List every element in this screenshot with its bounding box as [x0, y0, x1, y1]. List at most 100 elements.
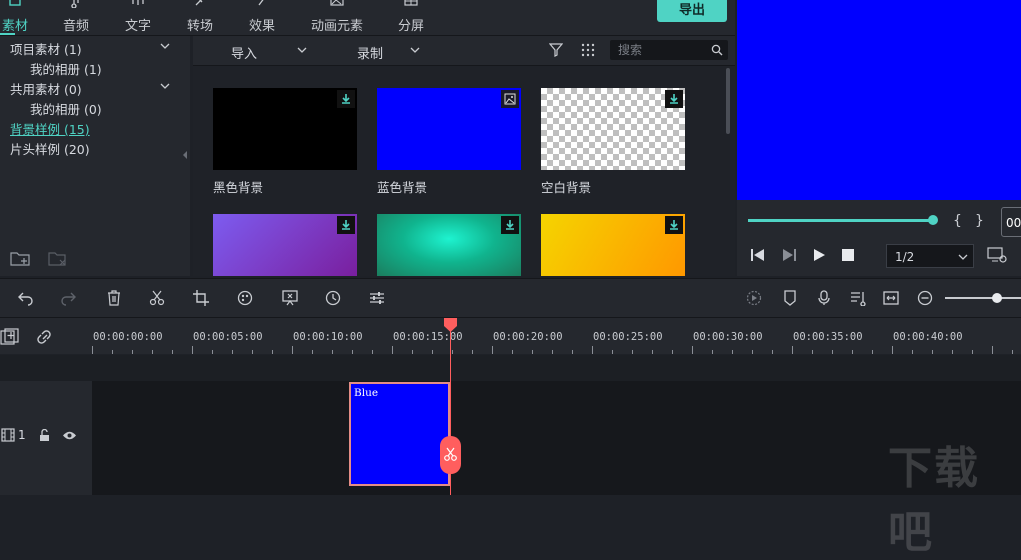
color-icon[interactable]	[237, 290, 253, 306]
top-tab-bar: 素材 音频 文字 转场 效果 动画元素 分屏	[0, 0, 735, 36]
link-icon[interactable]	[36, 329, 54, 345]
ruler-tick-label: 00:00:10:00	[293, 331, 363, 343]
zoom-slider[interactable]	[945, 297, 1021, 299]
image-icon	[330, 0, 344, 6]
ruler-tick-label: 00:00:20:00	[493, 331, 563, 343]
chevron-down-icon[interactable]	[958, 252, 968, 262]
tab-transition[interactable]: 转场	[170, 0, 230, 36]
zoom-slider-handle[interactable]	[992, 293, 1002, 303]
timecode-display: 00	[1001, 207, 1021, 237]
ratio-value: 1/2	[895, 250, 915, 264]
record-label: 录制	[357, 47, 384, 62]
delete-icon[interactable]	[106, 290, 122, 306]
import-dropdown[interactable]: 导入	[231, 43, 257, 62]
unlock-icon[interactable]	[39, 429, 51, 442]
stop-icon[interactable]	[842, 249, 854, 261]
preview-canvas	[737, 0, 1021, 200]
download-icon[interactable]	[665, 90, 683, 108]
add-track-icon[interactable]	[0, 328, 22, 346]
render-icon[interactable]	[746, 290, 762, 306]
next-frame-icon[interactable]	[781, 248, 797, 262]
undo-icon[interactable]	[18, 290, 34, 306]
zoom-out-icon[interactable]	[917, 290, 933, 306]
chevron-down-icon[interactable]	[410, 45, 420, 55]
redo-icon[interactable]	[60, 290, 76, 306]
library-item-background-samples[interactable]: 背景样例 (15)	[10, 119, 90, 138]
grid-view-icon[interactable]	[581, 43, 595, 57]
mark-in-out-icon[interactable]: {}	[953, 212, 989, 228]
download-icon[interactable]	[337, 90, 355, 108]
record-dropdown[interactable]: 录制	[357, 43, 383, 62]
download-icon[interactable]	[337, 216, 355, 234]
ruler-tick-label: 00:00:35:00	[793, 331, 863, 343]
library-item-shared-album[interactable]: 我的相册 (0)	[30, 99, 102, 118]
green-screen-icon[interactable]	[282, 290, 298, 306]
tab-media[interactable]: 素材	[0, 0, 45, 36]
play-icon[interactable]	[812, 248, 826, 262]
film-track-icon	[1, 428, 15, 442]
library-item-shared-media[interactable]: 共用素材 (0)	[10, 79, 82, 98]
library-item-project-media[interactable]: 项目素材 (1)	[10, 39, 82, 58]
svg-text:{: {	[953, 213, 962, 228]
image-icon	[501, 90, 519, 108]
chevron-down-icon[interactable]	[160, 41, 170, 51]
library-item-my-album[interactable]: 我的相册 (1)	[30, 59, 102, 78]
new-folder-icon[interactable]	[10, 250, 30, 266]
preview-progress-handle[interactable]	[928, 215, 938, 225]
tab-label: 文字	[124, 19, 151, 34]
media-icon	[9, 0, 21, 6]
thumbnail-black-background[interactable]	[213, 88, 357, 170]
marker-icon[interactable]	[782, 290, 798, 306]
music-note-icon	[71, 0, 79, 8]
clock-icon[interactable]	[325, 290, 341, 306]
chevron-down-icon[interactable]	[160, 81, 170, 91]
text-icon	[132, 0, 144, 5]
ruler-ticks	[92, 346, 1013, 354]
import-label: 导入	[231, 47, 258, 62]
collapse-panel-icon[interactable]	[182, 151, 188, 159]
tab-animation-elements[interactable]: 动画元素	[306, 0, 368, 36]
delete-folder-icon[interactable]	[48, 250, 68, 266]
thumbnail-purple-gradient[interactable]	[213, 214, 357, 276]
thumbnail-label: 蓝色背景	[377, 180, 428, 195]
export-button[interactable]: 导出	[657, 0, 727, 22]
preview-progress-bar[interactable]	[748, 219, 934, 222]
library-item-intro-samples[interactable]: 片头样例 (20)	[10, 139, 90, 158]
effects-icon	[258, 0, 264, 6]
ruler-tick-label: 00:00:00:00	[93, 331, 163, 343]
playhead-handle[interactable]	[443, 318, 458, 332]
microphone-icon[interactable]	[816, 290, 832, 306]
thumbnail-yellow-gradient[interactable]	[541, 214, 685, 276]
adjust-icon[interactable]	[369, 290, 385, 306]
tab-split-screen[interactable]: 分屏	[381, 0, 441, 36]
tab-audio[interactable]: 音频	[46, 0, 106, 36]
download-icon[interactable]	[501, 216, 519, 234]
track-number: 1	[18, 428, 26, 442]
thumbnail-blue-background[interactable]	[377, 88, 521, 170]
ruler-tick-label: 00:00:05:00	[193, 331, 263, 343]
media-scrollbar[interactable]	[726, 68, 730, 134]
thumbnail-label: 黑色背景	[213, 180, 264, 195]
previous-frame-icon[interactable]	[750, 248, 766, 262]
download-icon[interactable]	[665, 216, 683, 234]
thumbnail-label: 空白背景	[541, 180, 592, 195]
tab-label: 动画元素	[310, 19, 363, 34]
tab-effects[interactable]: 效果	[232, 0, 292, 36]
filter-icon[interactable]	[549, 43, 563, 57]
fit-timeline-icon[interactable]	[883, 290, 899, 306]
tab-text[interactable]: 文字	[108, 0, 168, 36]
screen-settings-icon[interactable]	[987, 247, 1007, 263]
search-icon[interactable]	[711, 44, 723, 56]
split-button[interactable]	[440, 436, 461, 474]
audio-mixer-icon[interactable]	[850, 290, 866, 306]
thumbnail-blank-background[interactable]	[541, 88, 685, 170]
thumbnail-teal-gradient[interactable]	[377, 214, 521, 276]
crop-icon[interactable]	[193, 290, 209, 306]
cut-icon[interactable]	[149, 290, 165, 306]
ruler-tick-label: 00:00:15:00	[393, 331, 463, 343]
tab-label: 分屏	[397, 19, 424, 34]
eye-icon[interactable]	[62, 430, 77, 441]
video-track-1[interactable]	[92, 381, 1021, 495]
tab-label: 素材	[1, 19, 28, 34]
chevron-down-icon[interactable]	[297, 45, 307, 55]
